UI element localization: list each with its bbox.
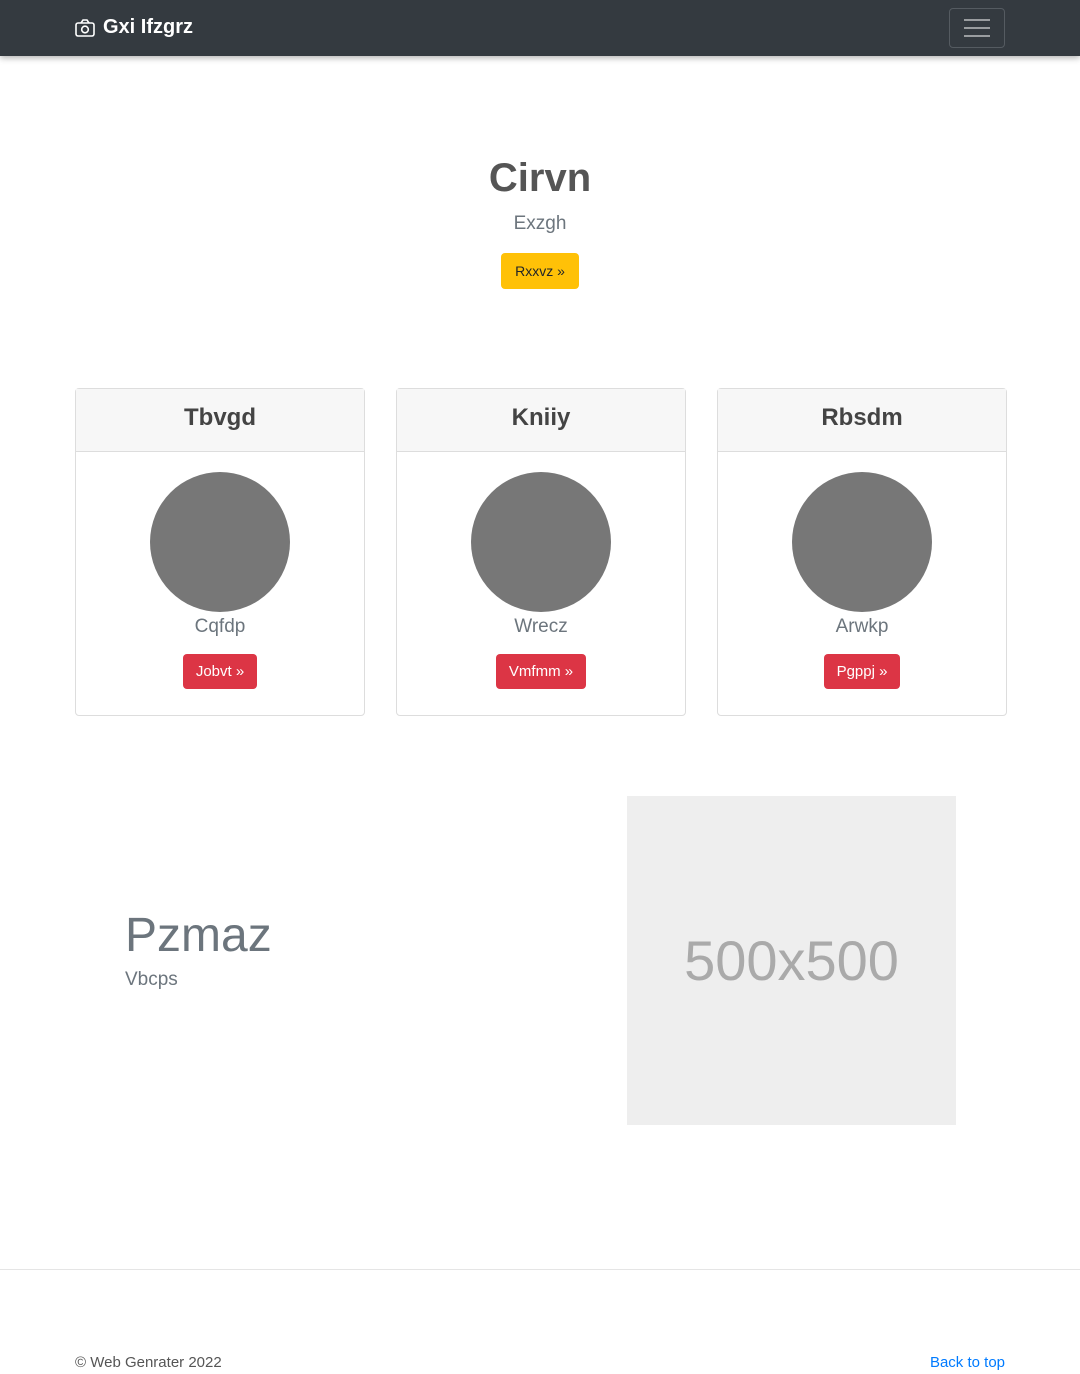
card-title: Tbvgd bbox=[76, 389, 364, 452]
navbar: Gxi Ifzgrz bbox=[0, 0, 1080, 56]
footer: © Web Genrater 2022 Back to top bbox=[0, 1269, 1080, 1374]
card-text: Wrecz bbox=[514, 616, 568, 637]
placeholder-image: 500x500 bbox=[627, 796, 956, 1125]
card-button[interactable]: Jobvt » bbox=[182, 654, 258, 689]
hero-subtitle: Exzgh bbox=[513, 213, 567, 234]
feature-title: Pzmaz bbox=[125, 909, 272, 962]
card-button[interactable]: Pgppj » bbox=[823, 654, 901, 689]
brand-link[interactable]: Gxi Ifzgrz bbox=[75, 16, 193, 39]
feature-subtitle: Vbcps bbox=[125, 969, 178, 990]
card-title: Rbsdm bbox=[718, 389, 1006, 452]
feature-text: Pzmaz Vbcps bbox=[125, 908, 272, 991]
card-text: Arwkp bbox=[835, 616, 889, 637]
hero: Cirvn Exzgh Rxxvz » bbox=[0, 56, 1080, 289]
card-text: Cqfdp bbox=[194, 616, 246, 637]
hamburger-icon bbox=[964, 19, 990, 21]
hamburger-line bbox=[964, 35, 990, 37]
card: Tbvgd Cqfdp Jobvt » bbox=[75, 388, 365, 716]
navbar-toggler-button[interactable] bbox=[949, 8, 1005, 48]
card-image bbox=[150, 472, 290, 612]
card-row: Tbvgd Cqfdp Jobvt » Kniiy Wrecz Vmfmm » … bbox=[75, 388, 1007, 716]
hero-title: Cirvn bbox=[488, 156, 592, 200]
back-to-top-link[interactable]: Back to top bbox=[930, 1354, 1005, 1371]
card-button[interactable]: Vmfmm » bbox=[495, 654, 587, 689]
brand-name: Gxi Ifzgrz bbox=[103, 16, 194, 38]
hamburger-line bbox=[964, 27, 990, 29]
camera-icon bbox=[75, 18, 95, 37]
card-title: Kniiy bbox=[397, 389, 685, 452]
card: Kniiy Wrecz Vmfmm » bbox=[396, 388, 686, 716]
card-image bbox=[471, 472, 611, 612]
card-image bbox=[792, 472, 932, 612]
hero-button[interactable]: Rxxvz » bbox=[501, 253, 579, 289]
card: Rbsdm Arwkp Pgppj » bbox=[717, 388, 1007, 716]
copyright: © Web Genrater 2022 bbox=[75, 1354, 222, 1371]
